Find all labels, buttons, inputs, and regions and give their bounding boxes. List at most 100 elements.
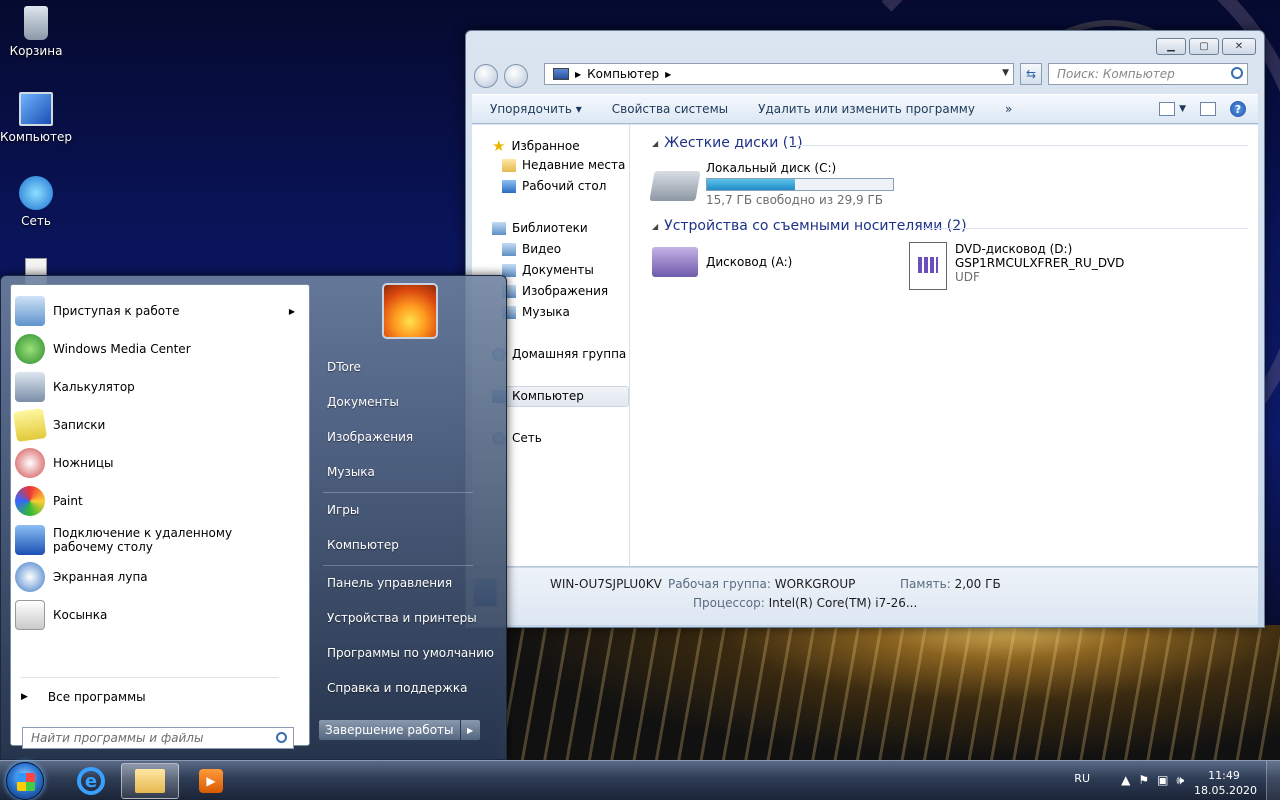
desktop-icon [502,179,516,193]
window-controls: ▁ ▢ ✕ [1156,38,1256,55]
nav-item-desktop[interactable]: Рабочий стол [502,179,606,193]
start-search-input[interactable]: Найти программы и файлы [22,727,294,749]
group-header-removable[interactable]: ◢ Устройства со съемными носителями (2) [652,218,967,234]
nav-item-documents[interactable]: Документы [502,263,594,277]
close-button[interactable]: ✕ [1222,38,1256,55]
internet-explorer-icon: e [77,767,105,795]
drive-c[interactable]: Локальный диск (C:) 15,7 ГБ свободно из … [649,161,894,207]
magnifier-icon [15,562,45,592]
desktop-icon-label: Компьютер [0,130,72,144]
folder-icon [135,769,165,793]
address-bar[interactable]: ▶ Компьютер ▶ ▼ [544,63,1014,85]
start-button[interactable] [6,762,44,800]
floppy-drive-icon [652,247,698,277]
program-media-center[interactable]: Windows Media Center [15,334,305,364]
sticky-notes-icon [13,408,47,442]
system-properties-button[interactable]: Свойства системы [612,102,728,116]
uninstall-program-button[interactable]: Удалить или изменить программу [758,102,975,116]
search-icon [276,732,287,743]
program-solitaire[interactable]: Косынка [15,600,305,630]
refresh-button[interactable]: ⇆ [1020,63,1042,85]
shutdown-button[interactable]: Завершение работы [318,719,461,741]
dvd-drive-icon [909,242,947,290]
search-input[interactable]: Поиск: Компьютер [1048,63,1248,85]
action-center-flag-icon[interactable]: ⚑ [1138,773,1149,788]
program-sticky-notes[interactable]: Записки [13,408,305,442]
language-indicator[interactable]: RU [1074,772,1090,785]
breadcrumb-arrow-icon[interactable]: ▶ [665,70,671,79]
chevron-down-icon[interactable]: ▼ [1002,68,1009,78]
collapse-icon: ◢ [652,138,659,148]
nav-item-video[interactable]: Видео [502,242,561,256]
navigation-row: ▶ Компьютер ▶ ▼ ⇆ Поиск: Компьютер [474,63,1256,89]
right-item-documents[interactable]: Документы [327,395,399,409]
explorer-window[interactable]: ▁ ▢ ✕ ▶ Компьютер ▶ ▼ ⇆ Поиск: Компьютер… [465,30,1265,628]
back-button[interactable] [474,64,498,88]
nav-item-homegroup[interactable]: Домашняя группа [492,347,626,361]
network-icon [19,176,53,210]
right-item-help[interactable]: Справка и поддержка [327,681,468,695]
maximize-button[interactable]: ▢ [1189,38,1219,55]
taskbar-explorer[interactable] [121,763,179,799]
hard-disk-icon [649,171,701,201]
right-item-devices[interactable]: Устройства и принтеры [327,611,477,625]
search-icon[interactable] [1231,67,1243,79]
drive-d[interactable]: DVD-дисковод (D:) GSP1RMCULXFRER_RU_DVD … [909,242,1124,290]
drive-a[interactable]: Дисковод (A:) [652,247,792,277]
right-item-control-panel[interactable]: Панель управления [327,576,452,590]
taskbar-internet-explorer[interactable]: e [62,763,120,799]
right-item-user[interactable]: DTore [327,360,361,374]
view-options-icon[interactable] [1159,102,1176,116]
program-remote-desktop[interactable]: Подключение к удаленному рабочему столу [15,525,275,555]
nav-item-music[interactable]: Музыка [502,305,570,319]
network-status-icon[interactable]: ▣ [1157,773,1168,788]
program-calculator[interactable]: Калькулятор [15,372,305,402]
forward-button[interactable] [504,64,528,88]
nav-item-libraries[interactable]: Библиотеки [492,221,588,235]
shutdown-options-arrow-icon[interactable]: ▶ [460,719,481,741]
command-bar: Упорядочить ▾ Свойства системы Удалить и… [472,94,1258,124]
minimize-button[interactable]: ▁ [1156,38,1186,55]
help-icon[interactable]: ? [1230,101,1246,117]
right-item-music[interactable]: Музыка [327,465,375,479]
tray-icons: ▲ ⚑ ▣ 🕪 [1121,773,1184,788]
program-paint[interactable]: Paint [15,486,305,516]
desktop-icon-recycle-bin[interactable]: Корзина [0,6,72,58]
breadcrumb-arrow-icon[interactable]: ▶ [575,70,581,79]
drive-filesystem: UDF [955,270,980,284]
right-item-games[interactable]: Игры [327,503,359,517]
getting-started-icon [15,296,45,326]
chevron-down-icon[interactable]: ▼ [1179,104,1186,114]
organize-button[interactable]: Упорядочить ▾ [490,102,582,116]
clock[interactable]: 11:49 18.05.2020 [1194,768,1257,798]
desktop-icon-computer[interactable]: Компьютер [0,92,72,144]
show-desktop-button[interactable] [1266,761,1280,800]
group-header-hard-disks[interactable]: ◢ Жесткие диски (1) [652,135,803,151]
all-programs-button[interactable]: ▶ Все программы [21,690,146,704]
desktop-icon-label: Сеть [21,214,51,228]
group-divider [792,145,1248,146]
preview-pane-icon[interactable] [1200,102,1216,116]
taskbar-media-player[interactable]: ▶ [182,763,240,799]
right-item-computer[interactable]: Компьютер [327,538,399,552]
desktop-icon-network[interactable]: Сеть [0,176,72,228]
media-center-icon [15,334,45,364]
nav-item-favorites[interactable]: ★ Избранное [492,137,580,155]
program-magnifier[interactable]: Экранная лупа [15,562,305,592]
user-picture[interactable] [382,283,438,339]
collapse-icon: ◢ [652,221,659,231]
more-commands-button[interactable]: » [1005,102,1012,116]
right-item-default-programs[interactable]: Программы по умолчанию [327,646,494,660]
program-getting-started[interactable]: Приступая к работе ▶ [15,296,305,326]
drive-name: DVD-дисковод (D:) [955,242,1073,256]
cpu-info: Процессор: Intel(R) Core(TM) i7-26... [693,596,918,610]
show-hidden-icons-icon[interactable]: ▲ [1121,773,1130,788]
computer-icon [19,92,53,126]
volume-icon[interactable]: 🕪 [1176,773,1184,788]
right-item-pictures[interactable]: Изображения [327,430,413,444]
start-menu: Приступая к работе ▶ Windows Media Center… [0,275,507,760]
program-snipping-tool[interactable]: Ножницы [15,448,305,478]
nav-item-pictures[interactable]: Изображения [502,284,608,298]
nav-item-recent[interactable]: Недавние места [502,158,625,172]
breadcrumb-computer[interactable]: Компьютер [587,67,659,81]
